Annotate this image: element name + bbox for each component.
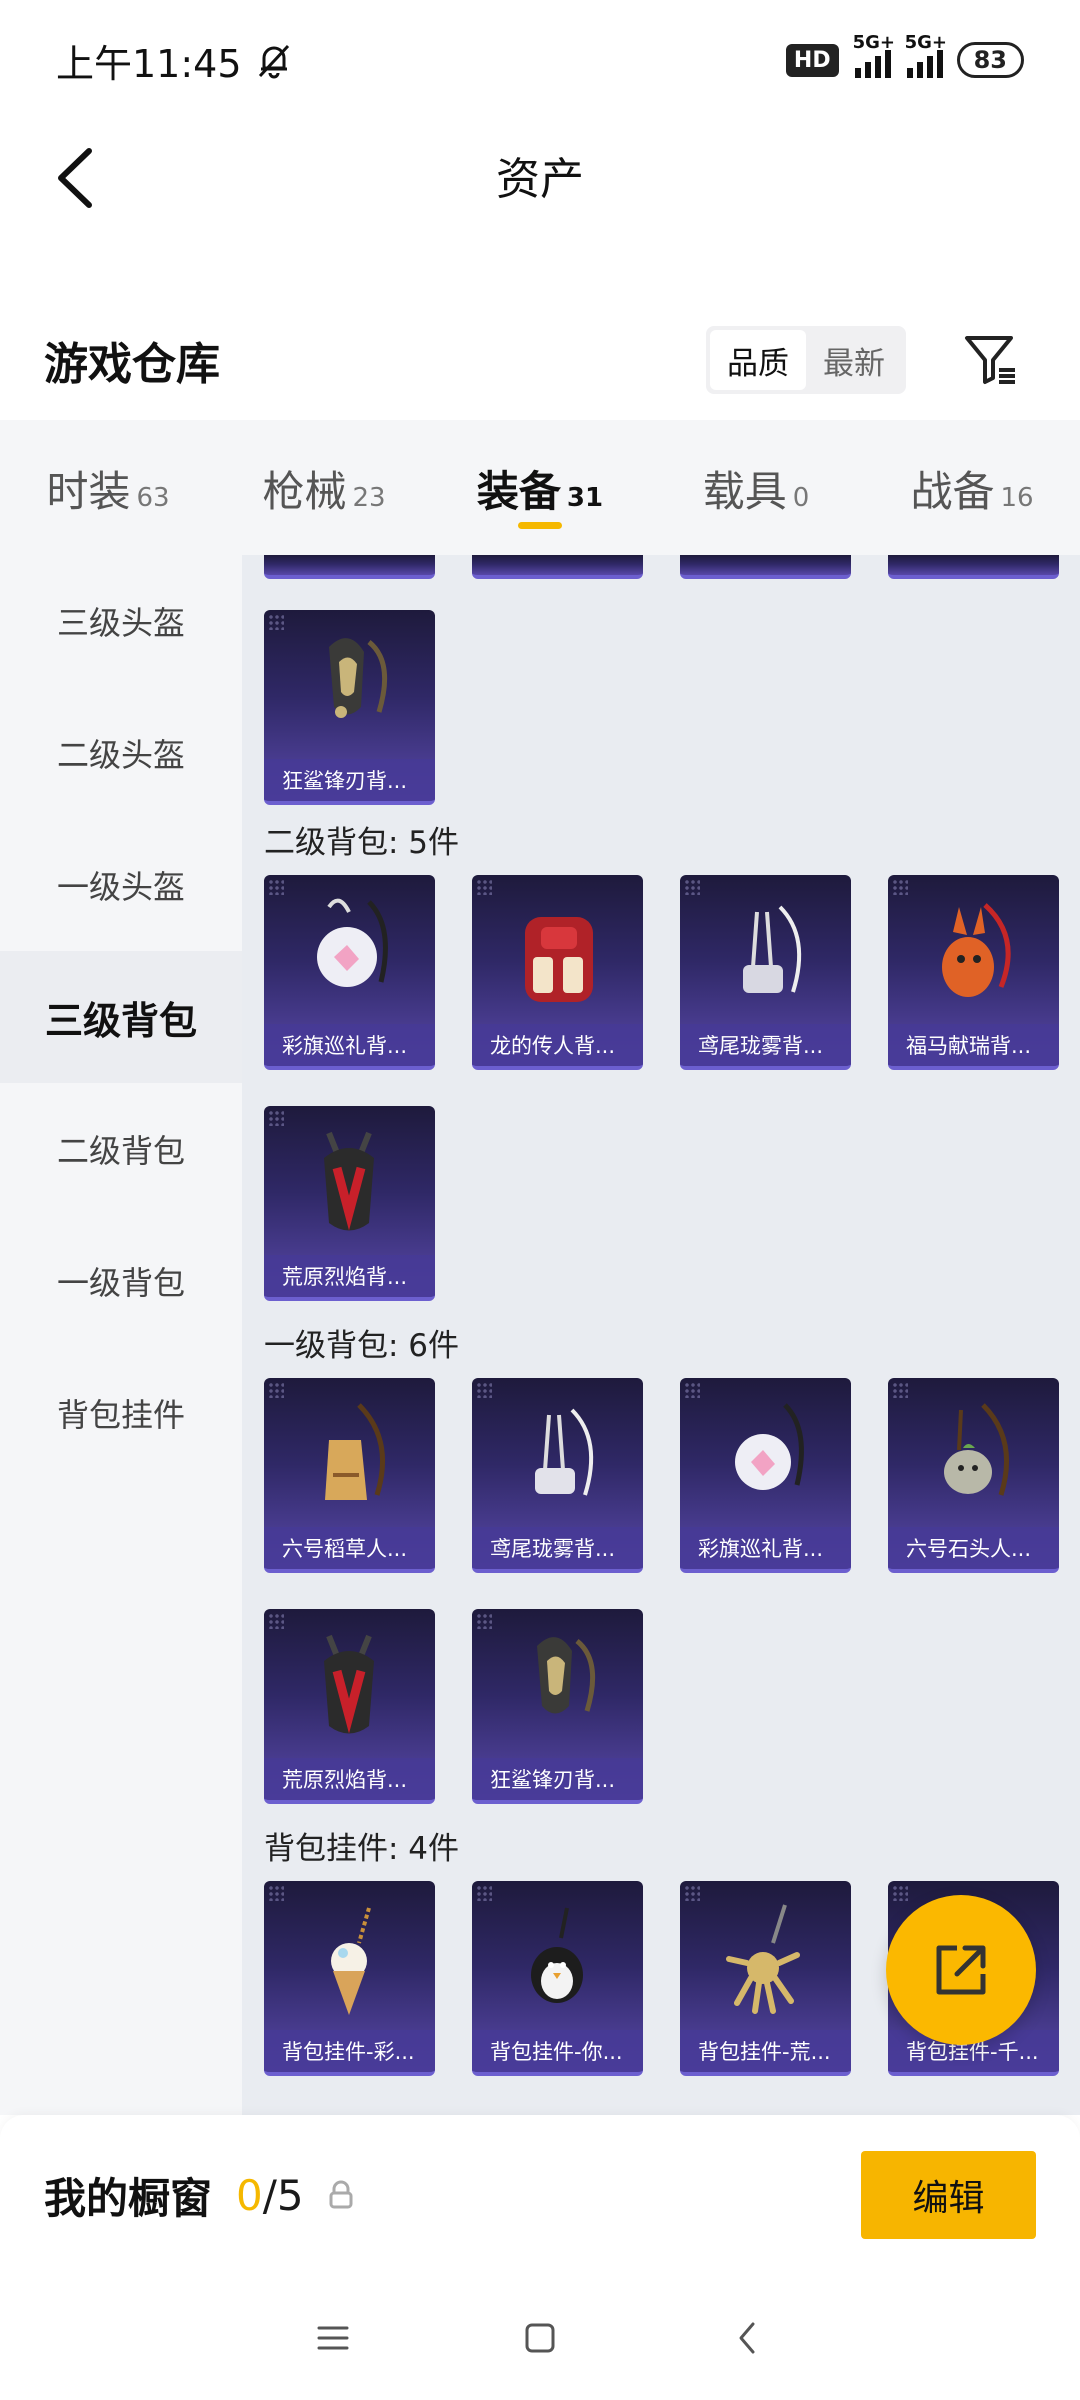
section-title-lvl2: 二级背包: 5件 [264,825,460,861]
item-card[interactable]: 六号稻草人... [264,1378,435,1573]
signal-icon: 5G+ [853,32,895,78]
page-header: 资产 [0,120,1080,230]
sort-quality-button[interactable]: 品质 [710,330,806,390]
system-nav-bar [0,2275,1080,2400]
item-card[interactable]: 荒原烈焰背... [264,1609,435,1804]
item-card[interactable]: 背包挂件-彩... [264,1881,435,2076]
nav-home-button[interactable] [510,2308,570,2368]
tab-vehicles[interactable]: 载具 0 [648,420,864,555]
penguin-pendant-image [531,1907,583,2003]
item-card[interactable]: 鸢尾珑雾背... [472,1378,643,1573]
section-title-lvl1: 一级背包: 6件 [264,1328,460,1364]
showcase-count: 0/5 [236,2170,304,2220]
menu-icon [317,2326,349,2349]
lock-icon [329,2180,353,2209]
item-list[interactable]: 狂鲨锋刃背... 二级背包: 5件 彩旗巡礼背... 龙的传人背... 鸢尾珑雾… [242,555,1080,2115]
item-card[interactable]: 背包挂件-荒... [680,1881,851,2076]
iris-backpack-image [535,1408,594,1496]
item-card[interactable]: 彩旗巡礼背... [264,875,435,1070]
bell-muted-icon [258,44,289,79]
partial-row [264,555,1059,579]
edit-button[interactable]: 编辑 [861,2151,1036,2239]
showcase-bar: 我的橱窗 0/5 编辑 [0,2115,1080,2275]
section-title-pendant: 背包挂件: 4件 [264,1831,460,1867]
item-card[interactable]: 狂鲨锋刃背... [472,1609,643,1804]
status-time: 上午11:45 [56,41,242,86]
item-card[interactable] [472,555,643,579]
shark-backpack-image [329,638,388,718]
flame-backpack-image [324,1634,374,1734]
sort-toggle: 品质 最新 [706,326,906,394]
item-card[interactable] [888,555,1059,579]
scarecrow-backpack-image [325,1403,385,1500]
item-card[interactable]: 龙的传人背... [472,875,643,1070]
item-row: 狂鲨锋刃背... [264,610,435,805]
horse-backpack-image [942,903,1011,997]
tab-fashion[interactable]: 时装 63 [0,420,216,555]
item-card[interactable]: 背包挂件-你... [472,1881,643,2076]
flag-backpack-image [735,1403,804,1490]
external-link-icon [936,1945,986,1995]
filter-icon [965,336,1015,384]
item-card[interactable]: 鸢尾珑雾背... [680,875,851,1070]
sidebar-item-lvl3-backpack[interactable]: 三级背包 [0,951,242,1083]
status-bar: 上午11:45 HD 5G+ 5G+ 83 [0,0,1080,120]
warehouse-row: 游戏仓库 品质 最新 [0,310,1080,410]
chevron-left-icon [58,148,92,208]
tab-firearms[interactable]: 枪械 23 [216,420,432,555]
sidebar-item-lvl1-backpack[interactable]: 一级背包 [0,1215,242,1347]
sidebar-item-lvl2-backpack[interactable]: 二级背包 [0,1083,242,1215]
dragon-backpack-image [525,917,593,1002]
item-card[interactable] [680,555,851,579]
home-square-icon [525,2323,555,2352]
shark-backpack-image [537,1637,596,1714]
showcase-title: 我的橱窗 [44,2173,213,2223]
sidebar-item-lvl1-helmet[interactable]: 一级头盔 [0,819,242,951]
category-tabs: 时装 63 枪械 23 装备 31 载具 0 战备 16 [0,420,1080,555]
subcategory-sidebar: 三级头盔 二级头盔 一级头盔 三级背包 二级背包 一级背包 背包挂件 [0,555,242,2115]
warehouse-title: 游戏仓库 [44,339,220,390]
status-indicators: HD 5G+ 5G+ 83 [785,32,1024,78]
iris-backpack-image [743,905,802,993]
item-row: 彩旗巡礼背... 龙的传人背... 鸢尾珑雾背... 福马献瑞背... [264,875,1059,1070]
sidebar-item-lvl3-helmet[interactable]: 三级头盔 [0,555,242,687]
flag-backpack-image [317,898,388,987]
signal-icon: 5G+ [905,32,947,78]
ice-cream-pendant-image [331,1907,371,2015]
hd-badge: HD [785,43,839,77]
item-row: 六号稻草人... 鸢尾珑雾背... 彩旗巡礼背... 六号石头人... [264,1378,1059,1573]
item-card[interactable]: 狂鲨锋刃背... [264,610,435,805]
chevron-left-icon [739,2322,755,2353]
stone-backpack-image [944,1403,1009,1496]
item-card[interactable]: 六号石头人... [888,1378,1059,1573]
sidebar-item-pendant[interactable]: 背包挂件 [0,1347,242,1479]
share-button[interactable] [886,1895,1036,2045]
item-card[interactable]: 福马献瑞背... [888,875,1059,1070]
active-tab-indicator [518,522,562,529]
nav-menu-button[interactable] [303,2308,363,2368]
flame-backpack-image [324,1131,374,1231]
item-row: 荒原烈焰背... 狂鲨锋刃背... [264,1609,643,1804]
sidebar-item-lvl2-helmet[interactable]: 二级头盔 [0,687,242,819]
tab-equipment[interactable]: 装备 31 [432,420,648,555]
page-title: 资产 [496,154,584,205]
item-row: 荒原烈焰背... [264,1106,435,1301]
battery-indicator: 83 [956,42,1024,78]
filter-button[interactable] [956,325,1026,395]
item-card[interactable] [264,555,435,579]
item-card[interactable]: 彩旗巡礼背... [680,1378,851,1573]
back-button[interactable] [36,138,116,218]
sort-newest-button[interactable]: 最新 [806,330,902,390]
nav-back-button[interactable] [717,2308,777,2368]
octopus-pendant-image [726,1904,800,2014]
item-card[interactable]: 荒原烈焰背... [264,1106,435,1301]
tab-combat-gear[interactable]: 战备 16 [864,420,1080,555]
